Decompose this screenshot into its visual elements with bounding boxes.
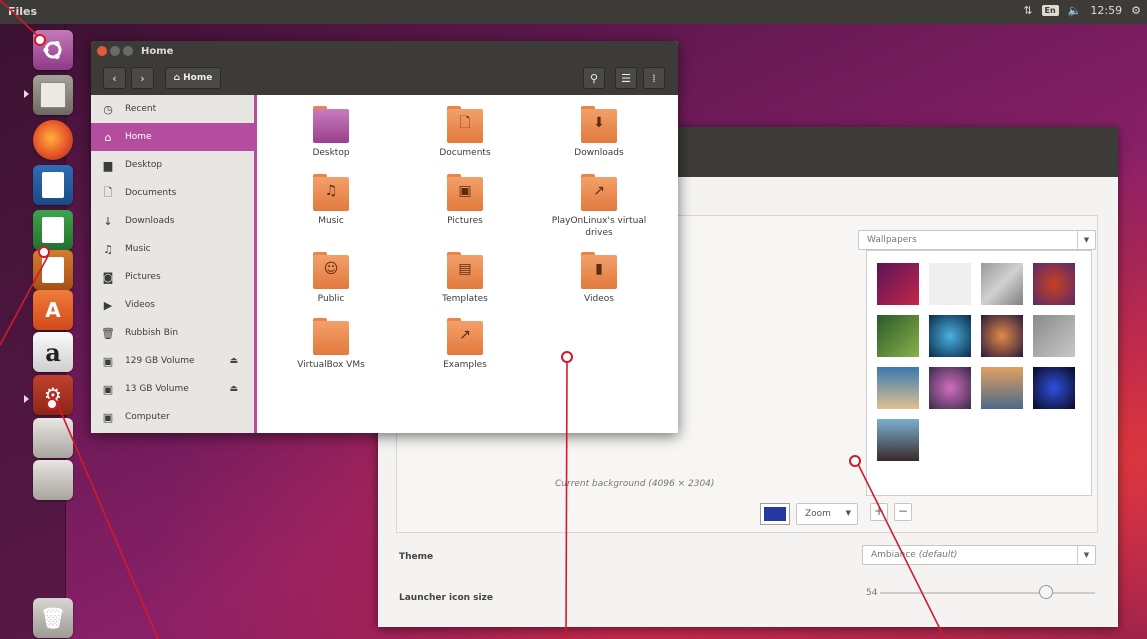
annotation-overlay bbox=[0, 0, 946, 639]
annotation-lines bbox=[0, 0, 946, 639]
annotation-markers bbox=[34, 34, 861, 467]
